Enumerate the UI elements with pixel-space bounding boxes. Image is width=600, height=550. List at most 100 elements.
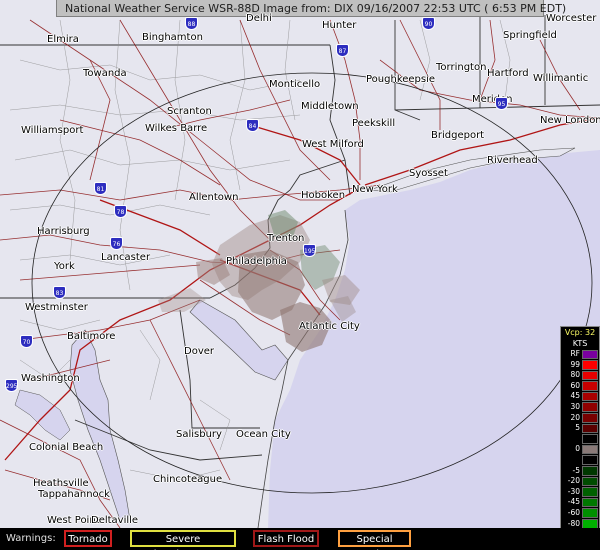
city-label: Ocean City — [236, 429, 291, 440]
legend-entry: -20 — [561, 476, 599, 487]
interstate-shield-icon: 78 — [114, 205, 127, 218]
interstate-shield-icon: 70 — [20, 335, 33, 348]
city-label: Scranton — [167, 106, 212, 117]
tornado-warning-toggle[interactable]: Tornado — [64, 530, 112, 547]
city-label: Poughkeepsie — [366, 74, 436, 85]
legend-entry-label: -80 — [567, 518, 580, 528]
city-label: Chincoteague — [153, 474, 223, 485]
legend-entry: 45 — [561, 391, 599, 402]
legend-entry: RF — [561, 349, 599, 360]
city-label: Williamsport — [21, 125, 84, 136]
legend-swatch — [582, 508, 598, 518]
legend-entry: -5 — [561, 466, 599, 477]
severe-thunderstorm-warning-toggle[interactable]: Severe Thunderstorm — [130, 530, 236, 550]
city-label: Willimantic — [533, 73, 589, 84]
city-label: New London — [540, 115, 600, 126]
legend-entry: 80 — [561, 370, 599, 381]
interstate-shield-icon: 195 — [303, 244, 316, 257]
legend-entry-label: 45 — [570, 391, 580, 401]
city-label: Springfield — [503, 30, 557, 41]
legend-entry-label: -20 — [567, 476, 580, 486]
city-label: West Milford — [302, 139, 364, 150]
city-label: Deltaville — [91, 515, 139, 526]
special-marine-warning-toggle[interactable]: Special Marine — [338, 530, 411, 550]
city-label: Philadelphia — [226, 256, 287, 267]
legend-entry: -80 — [561, 518, 599, 528]
city-label: Binghamton — [142, 32, 203, 43]
interstate-shield-icon: 84 — [246, 119, 259, 132]
legend-swatch — [582, 402, 598, 413]
city-label: New York — [352, 184, 398, 195]
warning-label: Special Marine — [356, 534, 393, 550]
city-label: Towanda — [83, 68, 127, 79]
legend-swatch — [582, 370, 598, 381]
city-label: Hunter — [322, 20, 357, 31]
city-label: Worcester — [546, 13, 597, 24]
interstate-shield-icon: 81 — [94, 182, 107, 195]
legend-swatch — [582, 349, 598, 360]
city-label: Allentown — [189, 192, 239, 203]
city-label: Lancaster — [101, 252, 151, 263]
legend-entry — [561, 434, 599, 445]
city-label: Middletown — [301, 101, 359, 112]
legend-swatch — [582, 476, 598, 487]
city-label: Harrisburg — [37, 226, 90, 237]
interstate-shield-icon: 76 — [110, 237, 123, 250]
city-label: Salisbury — [176, 429, 222, 440]
city-label: Hartford — [487, 68, 529, 79]
radar-viewer: { "header": { "title": "National Weather… — [0, 0, 600, 550]
legend-swatch — [582, 413, 598, 423]
legend-entry: 60 — [561, 381, 599, 392]
warning-label: Severe Thunderstorm — [148, 534, 219, 550]
legend-entry-label: 60 — [570, 380, 580, 390]
legend-units: KTS — [572, 339, 588, 348]
city-label: Syosset — [409, 168, 448, 179]
city-label: Monticello — [269, 79, 321, 90]
radar-map[interactable]: National Weather Service WSR-88D Image f… — [0, 0, 600, 528]
legend-swatch — [582, 434, 598, 444]
velocity-legend: Vcp: 32 KTS RF 99 80 60 45 30 20 5 0 -5 -20 -30 -45-… — [560, 326, 600, 528]
legend-entry — [561, 455, 599, 466]
legend-swatch — [582, 444, 598, 455]
city-label: Hoboken — [301, 190, 346, 201]
legend-entry-label: 30 — [570, 401, 580, 411]
city-label: Dover — [184, 346, 214, 357]
legend-swatch — [582, 466, 598, 476]
legend-entry-label: -30 — [567, 486, 580, 496]
legend-swatch — [582, 391, 598, 402]
legend-entry-label: 20 — [570, 412, 580, 422]
interstate-shield-icon: 295 — [5, 379, 18, 392]
city-label: Heathsville — [33, 478, 89, 489]
city-label: Bridgeport — [431, 130, 485, 141]
interstate-shield-icon: 87 — [336, 44, 349, 57]
legend-entry: -30 — [561, 487, 599, 498]
city-label: Baltimore — [67, 331, 116, 342]
warnings-label: Warnings: — [6, 533, 56, 544]
legend-swatch — [582, 519, 598, 528]
legend-entry: 20 — [561, 413, 599, 424]
legend-entry: 5 — [561, 423, 599, 434]
city-label: Westminster — [25, 302, 88, 313]
interstate-shield-icon: 88 — [185, 17, 198, 30]
legend-swatch — [582, 381, 598, 391]
warnings-bar: Warnings: Tornado Severe Thunderstorm Fl… — [0, 528, 600, 550]
legend-entry-label: -45 — [567, 497, 580, 507]
legend-mode: Vcp: 32 — [564, 328, 596, 337]
flash-flood-warning-toggle[interactable]: Flash Flood — [253, 530, 319, 547]
legend-entry: 30 — [561, 402, 599, 413]
city-label: Colonial Beach — [29, 442, 104, 453]
legend-entry: -45 — [561, 497, 599, 508]
city-label: Wilkes Barre — [145, 123, 208, 134]
legend-entry-label: 99 — [570, 359, 580, 369]
interstate-shield-icon: 83 — [53, 286, 66, 299]
city-label: Trenton — [267, 233, 305, 244]
legend-entry-label: 80 — [570, 370, 580, 380]
legend-entry-label: -60 — [567, 507, 580, 517]
legend-swatch — [582, 455, 598, 466]
city-label: Atlantic City — [299, 321, 360, 332]
city-label: Tappahannock — [38, 489, 110, 500]
image-title: National Weather Service WSR-88D Image f… — [56, 0, 566, 17]
legend-entry-label: RF — [570, 349, 580, 358]
city-label: Washington — [21, 373, 80, 384]
legend-swatch — [582, 497, 598, 508]
